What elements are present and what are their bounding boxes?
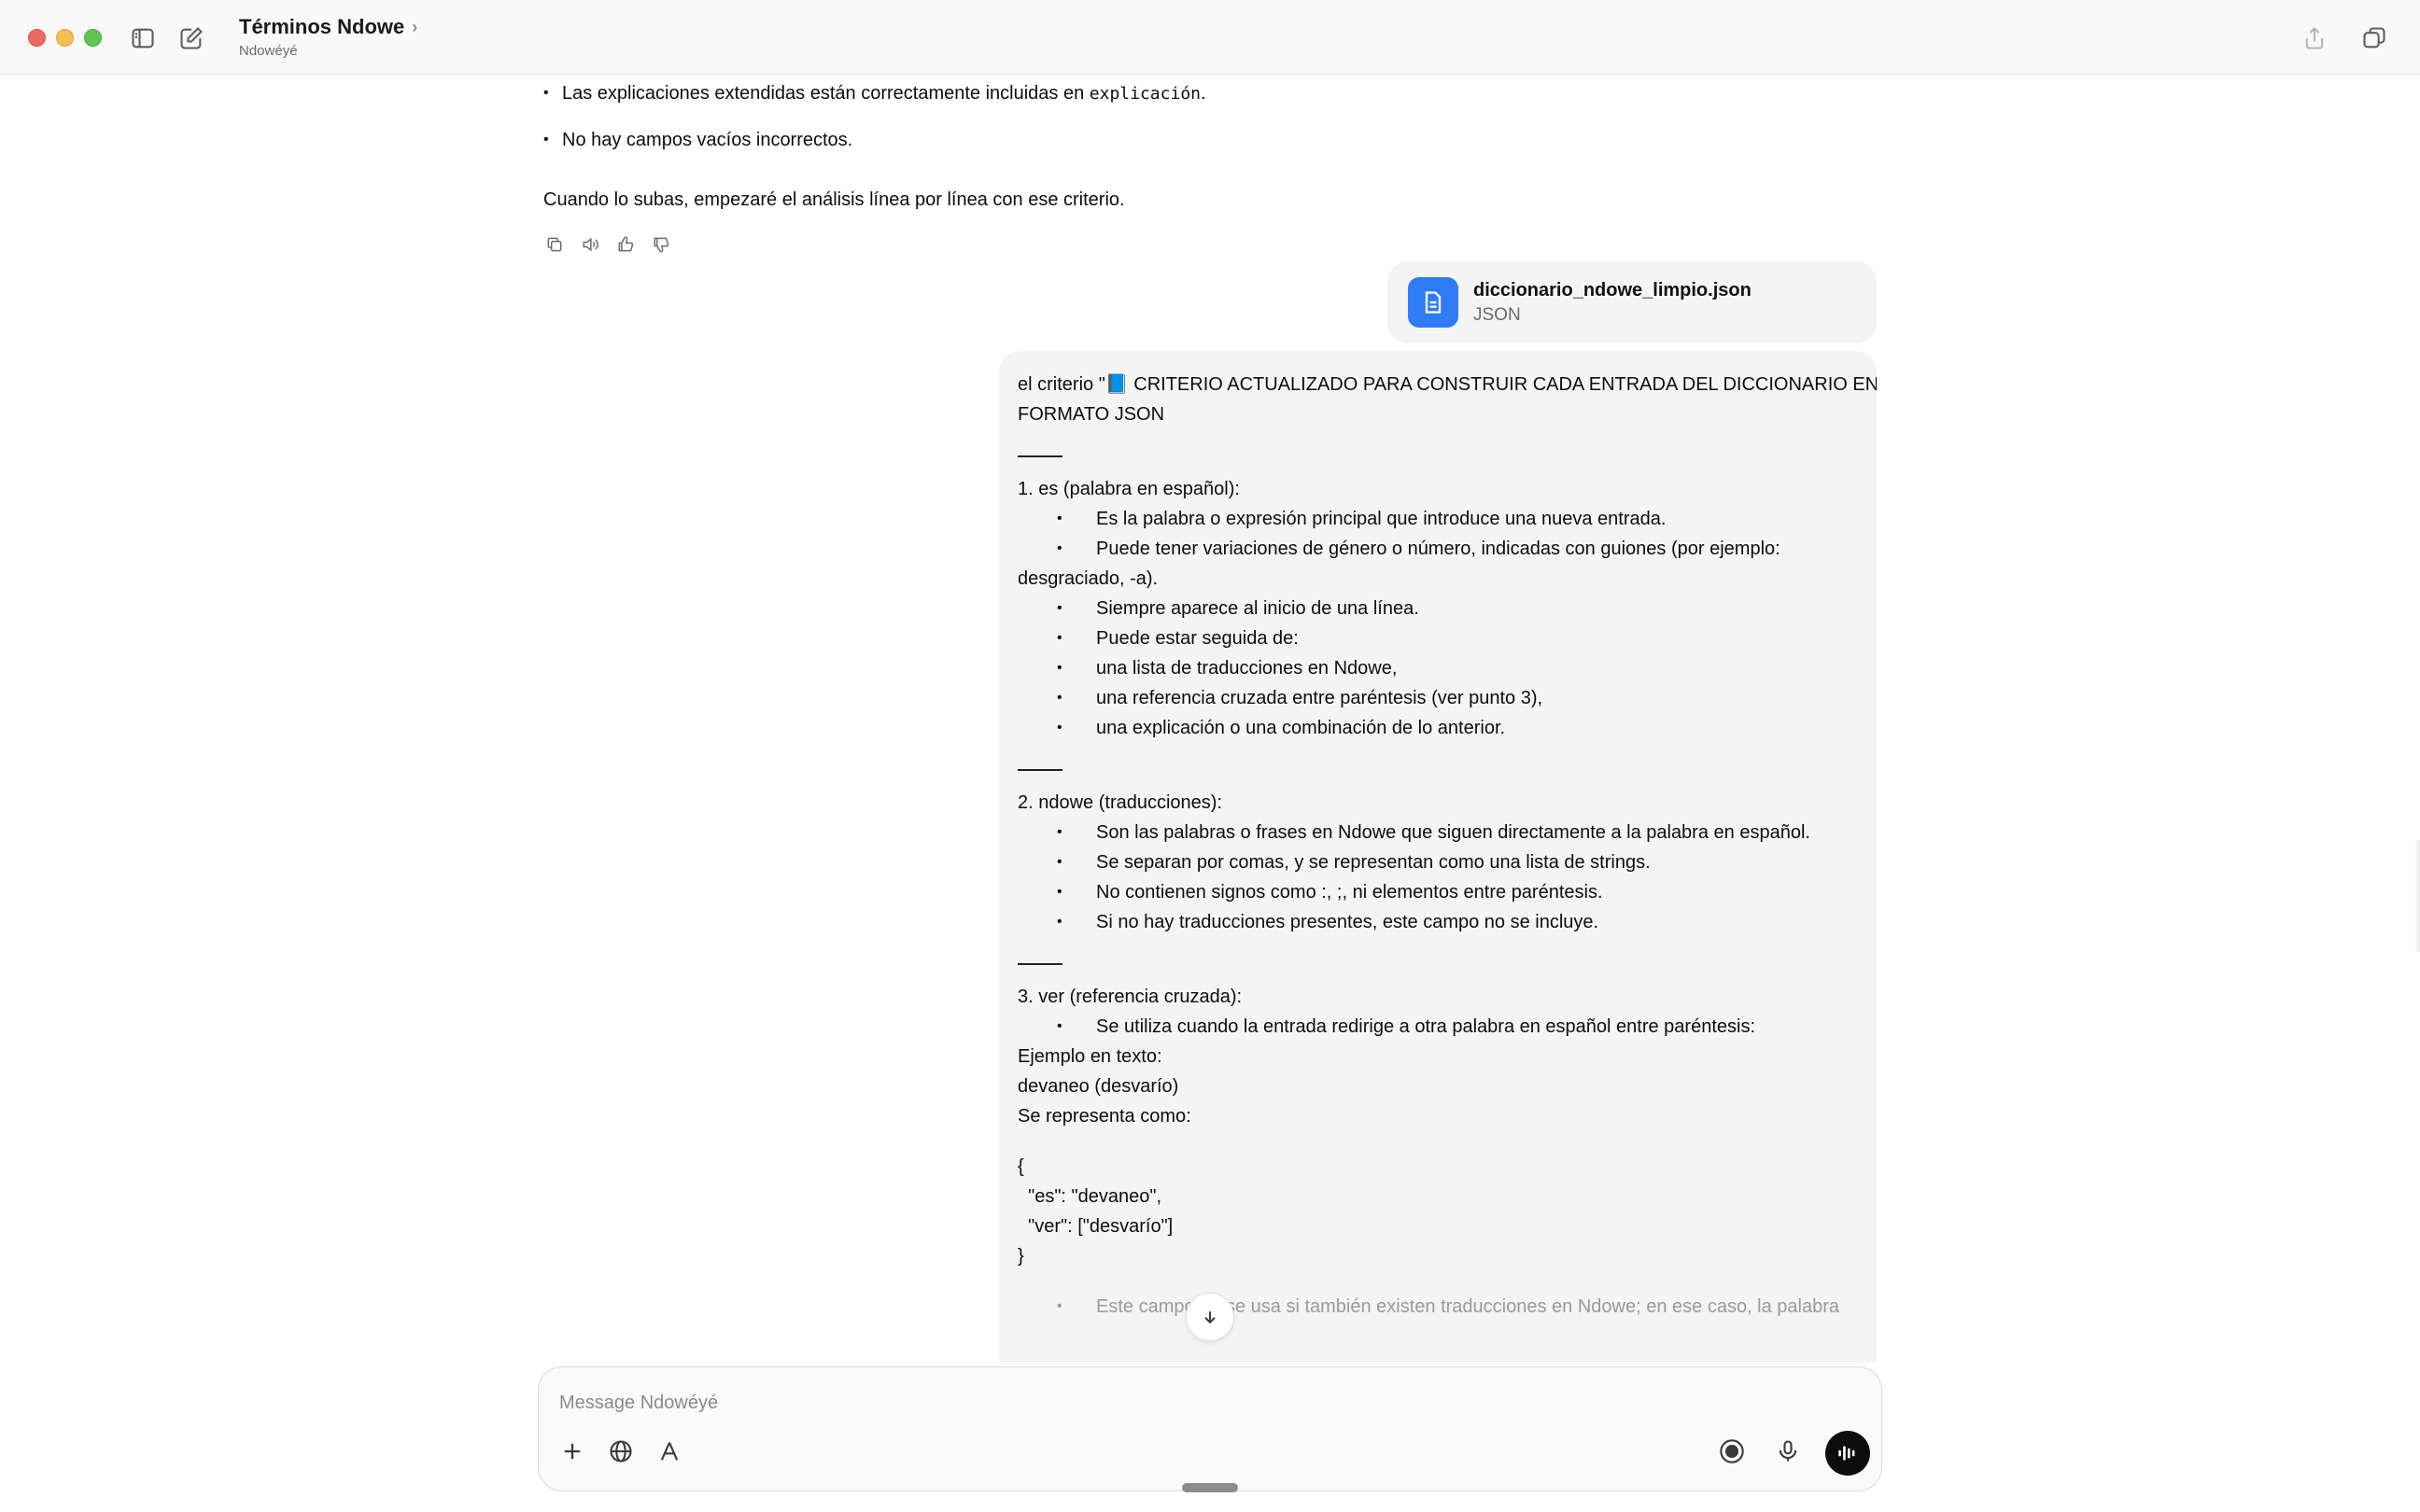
globe-icon <box>610 1440 632 1463</box>
message-input[interactable] <box>559 1388 1773 1418</box>
thumbs-up-icon <box>618 236 634 252</box>
add-attachment-button[interactable] <box>554 1433 591 1470</box>
web-search-button[interactable] <box>602 1433 640 1470</box>
edge-tab <box>2414 840 2420 952</box>
list-item: • Las explicaciones extendidas están cor… <box>543 83 1206 104</box>
compose-icon <box>180 27 203 49</box>
new-chat-button[interactable] <box>176 22 207 54</box>
title-bar: Términos Ndowe › Ndowéyé <box>0 0 2420 75</box>
code-line: { <box>1018 1156 1024 1177</box>
close-window-button[interactable] <box>28 29 46 47</box>
microphone-icon <box>1779 1440 1797 1462</box>
list-item: No contienen signos como :, ;, ni elemen… <box>1018 877 1858 907</box>
scroll-to-bottom-button[interactable] <box>1186 1293 1234 1341</box>
list-item: Se separan por comas, y se representan c… <box>1018 847 1858 877</box>
list-item: • No hay campos vacíos incorrectos. <box>543 130 853 150</box>
sidebar-icon <box>132 28 154 49</box>
chevron-right-icon: › <box>412 17 418 36</box>
code-line: "ver": ["desvarío"] <box>1018 1216 1174 1237</box>
list-item: Es la palabra o expresión principal que … <box>1018 504 1858 534</box>
dictation-button[interactable] <box>1769 1433 1807 1470</box>
list-item: una lista de traducciones en Ndowe, <box>1018 653 1858 683</box>
attachment-type: JSON <box>1473 304 1521 325</box>
share-button[interactable] <box>2299 22 2330 54</box>
voice-mode-icon <box>1838 1446 1855 1461</box>
code-line: } <box>1018 1246 1024 1267</box>
section-heading: 3. ver (referencia cruzada): <box>1018 987 1243 1007</box>
app-window: Términos Ndowe › Ndowéyé • Las explicaci… <box>0 0 2420 1512</box>
minimize-window-button[interactable] <box>56 29 74 47</box>
copy-window-icon <box>2363 27 2385 49</box>
resize-handle[interactable] <box>1182 1483 1238 1492</box>
arrow-down-icon <box>1204 1311 1216 1324</box>
list-item: Si no hay traducciones presentes, este c… <box>1018 907 1858 937</box>
conversation-title-block[interactable]: Términos Ndowe › Ndowéyé <box>239 15 417 59</box>
read-aloud-button[interactable] <box>579 233 601 256</box>
code-line: "es": "devaneo", <box>1018 1186 1162 1207</box>
record-button[interactable] <box>1713 1433 1751 1470</box>
list-item: Puede tener variaciones de género o núme… <box>1018 534 1858 564</box>
voice-mode-button[interactable] <box>1825 1431 1870 1476</box>
divider <box>1018 455 1062 457</box>
new-window-button[interactable] <box>2358 22 2390 54</box>
list-item: Se utiliza cuando la entrada redirige a … <box>1018 1012 1858 1042</box>
list-item: Puede estar seguida de: <box>1018 623 1858 653</box>
conversation-area[interactable]: • Las explicaciones extendidas están cor… <box>0 75 2420 1363</box>
thumbs-down-button[interactable] <box>650 233 672 256</box>
list-item: una explicación o una combinación de lo … <box>1018 713 1858 743</box>
tools-icon <box>660 1442 679 1461</box>
attachment-filename: diccionario_ndowe_limpio.json <box>1473 279 1752 301</box>
record-icon <box>1720 1439 1744 1463</box>
inline-code: explicación <box>1089 84 1201 104</box>
list-item: una referencia cruzada entre paréntesis … <box>1018 683 1858 713</box>
zoom-window-button[interactable] <box>84 29 102 47</box>
closing-paragraph: Cuando lo subas, empezaré el análisis lí… <box>543 189 1125 210</box>
file-attachment[interactable]: diccionario_ndowe_limpio.json JSON <box>1387 261 1877 343</box>
user-message-bubble: el criterio "📘 CRITERIO ACTUALIZADO PARA… <box>999 351 1877 1363</box>
share-icon <box>2305 27 2324 49</box>
divider <box>1018 963 1062 965</box>
section-heading: 1. es (palabra en español): <box>1018 479 1240 499</box>
list-item: Siempre aparece al inicio de una línea. <box>1018 594 1858 623</box>
thumbs-down-icon <box>654 237 669 253</box>
document-icon <box>1408 277 1458 328</box>
project-subtitle: Ndowéyé <box>239 43 298 59</box>
list-item: Este campo no se usa si también existen … <box>1018 1292 1858 1322</box>
plus-icon <box>564 1443 581 1460</box>
message-composer <box>538 1366 1882 1491</box>
section-heading: 2. ndowe (traducciones): <box>1018 792 1223 813</box>
list-item: Son las palabras o frases en Ndowe que s… <box>1018 818 1858 847</box>
read-aloud-icon <box>583 237 598 252</box>
copy-icon <box>547 237 562 252</box>
message-actions <box>543 233 672 256</box>
copy-button[interactable] <box>543 233 566 256</box>
thumbs-up-button[interactable] <box>614 233 637 256</box>
tools-button[interactable] <box>651 1433 688 1470</box>
sidebar-toggle-button[interactable] <box>127 22 159 54</box>
conversation-title: Términos Ndowe <box>239 15 405 38</box>
divider <box>1018 769 1062 771</box>
